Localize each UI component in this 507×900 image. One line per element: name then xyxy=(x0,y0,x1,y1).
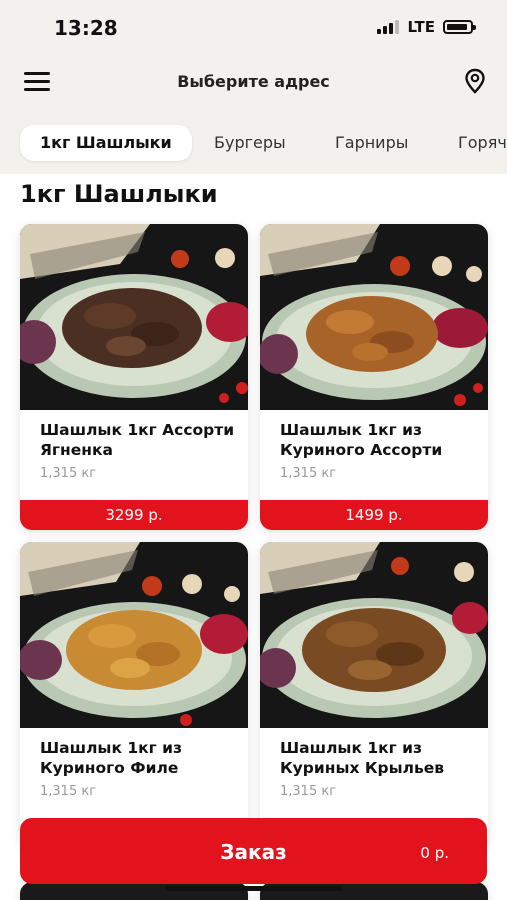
status-indicators: LTE xyxy=(377,18,476,36)
product-card[interactable]: Шашлык 1кг из Куриного Филе 1,315 кг xyxy=(20,542,248,848)
section-title: 1кг Шашлыки xyxy=(20,180,218,208)
product-card[interactable]: Шашлык 1кг из Куриного Ассорти 1,315 кг … xyxy=(260,224,488,530)
product-card[interactable]: Шашлык 1кг Ассорти Ягненка 1,315 кг 3299… xyxy=(20,224,248,530)
product-image xyxy=(20,542,248,728)
product-card[interactable] xyxy=(260,882,488,900)
price-button[interactable]: 3299 р. xyxy=(20,500,248,530)
category-tabs: 1кг Шашлыки Бургеры Гарниры Горячее xyxy=(0,120,507,168)
status-time: 13:28 xyxy=(54,16,118,40)
price-button[interactable]: 1499 р. xyxy=(260,500,488,530)
product-name: Шашлык 1кг Ассорти Ягненка xyxy=(40,421,235,459)
home-indicator xyxy=(165,886,342,891)
product-image xyxy=(20,224,248,410)
status-bar: 13:28 LTE xyxy=(0,0,507,56)
tab-sides[interactable]: Гарниры xyxy=(335,125,408,161)
battery-icon xyxy=(443,20,476,34)
product-image xyxy=(260,542,488,728)
product-list: 1кг Шашлыки Шашлык 1кг Ассорти Ягненка 1… xyxy=(0,174,507,900)
order-label: Заказ xyxy=(220,840,287,864)
product-card[interactable]: Шашлык 1кг из Куриных Крыльев 1,315 кг xyxy=(260,542,488,848)
address-selector[interactable]: Выберите адрес xyxy=(0,72,507,91)
order-button[interactable]: Заказ 0 р. xyxy=(20,818,487,884)
product-name: Шашлык 1кг из Куриных Крыльев xyxy=(280,739,445,777)
tab-hot[interactable]: Горячее xyxy=(458,125,507,161)
product-weight: 1,315 кг xyxy=(280,784,337,799)
product-image xyxy=(260,224,488,410)
tab-shashlyki[interactable]: 1кг Шашлыки xyxy=(20,125,192,161)
product-weight: 1,315 кг xyxy=(40,784,97,799)
map-pin-icon[interactable] xyxy=(463,68,487,94)
product-card[interactable] xyxy=(20,882,248,900)
tab-burgers[interactable]: Бургеры xyxy=(214,125,286,161)
product-name: Шашлык 1кг из Куриного Ассорти xyxy=(280,421,443,459)
order-total: 0 р. xyxy=(420,844,449,862)
app-header: Выберите адрес xyxy=(0,56,507,108)
product-weight: 1,315 кг xyxy=(280,466,337,481)
signal-icon xyxy=(377,20,400,34)
network-label: LTE xyxy=(407,18,435,36)
product-name: Шашлык 1кг из Куриного Филе xyxy=(40,739,183,777)
product-weight: 1,315 кг xyxy=(40,466,97,481)
